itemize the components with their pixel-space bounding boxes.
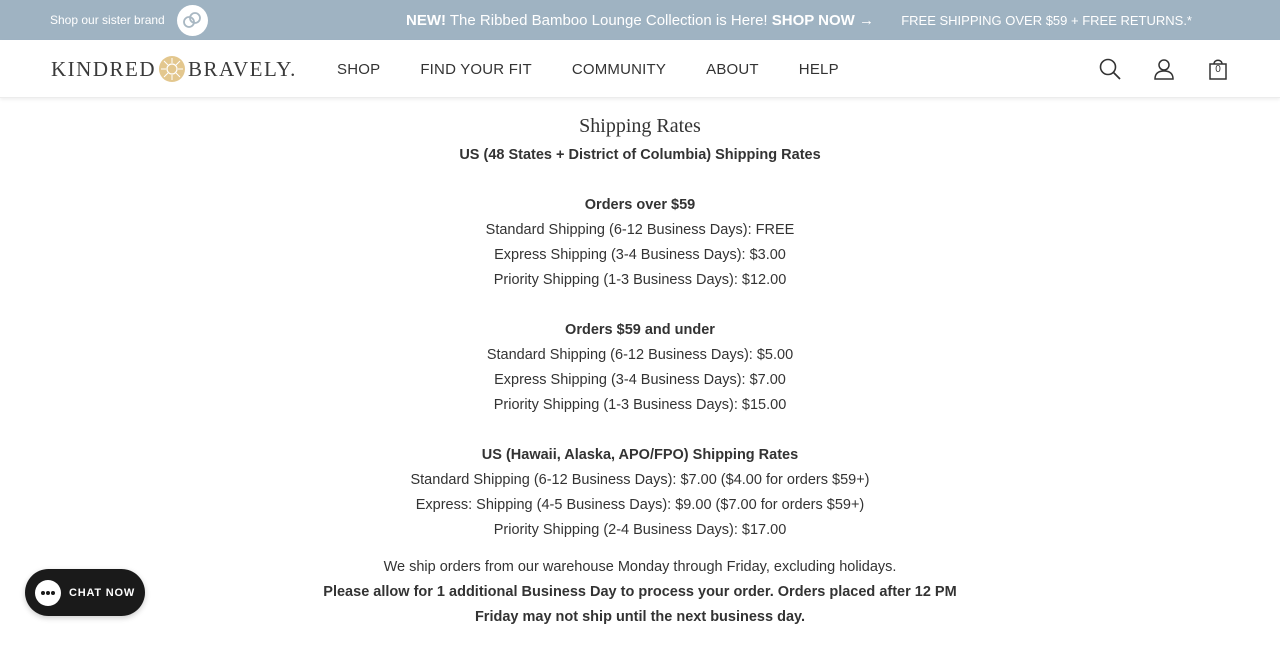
rate-line: Standard Shipping (6-12 Business Days): … [410, 472, 870, 488]
chat-now-label: CHAT NOW [69, 586, 136, 599]
logo-text-right: BRAVELY. [188, 56, 297, 81]
us48-heading: US (48 States + District of Columbia) Sh… [459, 147, 821, 163]
header-actions: 0 [1098, 40, 1230, 98]
nav-item-find-your-fit[interactable]: FIND YOUR FIT [420, 61, 532, 78]
rate-line: Standard Shipping (6-12 Business Days): … [485, 222, 795, 238]
rate-line: Standard Shipping (6-12 Business Days): … [486, 347, 794, 363]
chat-now-button[interactable]: CHAT NOW [25, 569, 145, 616]
page-title: Shipping Rates [579, 115, 701, 137]
cart-icon[interactable]: 0 [1206, 57, 1230, 81]
promo-new-badge: NEW! [406, 11, 446, 29]
nav-item-shop[interactable]: SHOP [337, 61, 380, 78]
rate-line: Express Shipping (3-4 Business Days): $3… [494, 247, 786, 263]
rate-line: Express Shipping (3-4 Business Days): $7… [494, 372, 786, 388]
promo-shop-now[interactable]: SHOP NOW → [772, 12, 874, 29]
sister-brand-link[interactable]: Shop our sister brand [50, 0, 208, 40]
site-header: KINDRED BRAVELY. SHOP FIND YOUR FIT COMM… [0, 40, 1280, 98]
search-icon[interactable] [1098, 57, 1122, 81]
nav-item-help[interactable]: HELP [799, 61, 839, 78]
brand-logo[interactable]: KINDRED BRAVELY. [51, 53, 297, 85]
account-icon[interactable] [1152, 57, 1176, 81]
processing-note-line-2: Friday may not ship until the next busin… [474, 609, 806, 625]
orders-under-59-heading: Orders $59 and under [565, 322, 715, 338]
orders-over-59-heading: Orders over $59 [584, 197, 696, 213]
rate-line: Express: Shipping (4-5 Business Days): $… [415, 497, 865, 513]
chat-bubble-icon [35, 579, 61, 606]
cart-count-badge: 0 [1215, 64, 1221, 75]
nav-item-about[interactable]: ABOUT [706, 61, 759, 78]
processing-note-line-1: Please allow for 1 additional Business D… [323, 584, 957, 600]
rate-line: Priority Shipping (1-3 Business Days): $… [493, 397, 787, 413]
promo-text: The Ribbed Bamboo Lounge Collection is H… [446, 11, 772, 29]
sister-brand-text: Shop our sister brand [50, 13, 165, 27]
rate-line: Priority Shipping (1-3 Business Days): $… [493, 272, 787, 288]
logo-sun-icon [158, 55, 186, 83]
logo-text-left: KINDRED [51, 56, 156, 81]
nav-item-community[interactable]: COMMUNITY [572, 61, 666, 78]
free-shipping-notice[interactable]: FREE SHIPPING OVER $59 + FREE RETURNS.* [901, 0, 1192, 40]
main-nav: SHOP FIND YOUR FIT COMMUNITY ABOUT HELP [337, 40, 879, 98]
shipping-rates-content: Shipping Rates US (48 States + District … [0, 98, 1280, 630]
promo-link[interactable]: NEW! The Ribbed Bamboo Lounge Collection… [406, 12, 874, 29]
sister-brand-logo-icon[interactable] [176, 4, 208, 36]
ship-schedule-note: We ship orders from our warehouse Monday… [383, 559, 897, 575]
announcement-bar: Shop our sister brand NEW! The Ribbed Ba… [0, 0, 1280, 40]
rate-line: Priority Shipping (2-4 Business Days): $… [493, 522, 787, 538]
hawaii-alaska-heading: US (Hawaii, Alaska, APO/FPO) Shipping Ra… [481, 447, 799, 463]
